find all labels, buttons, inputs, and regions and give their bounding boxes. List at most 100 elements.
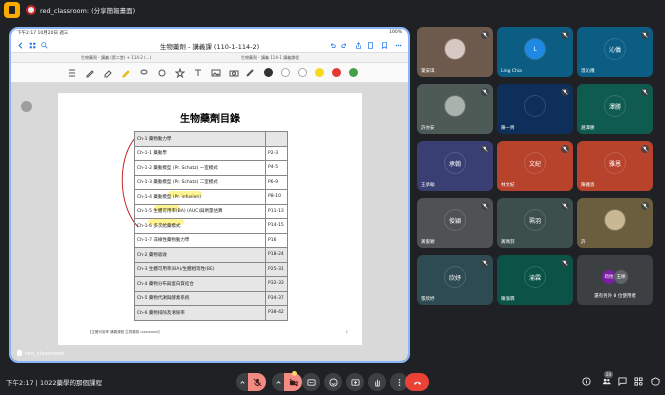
participant-tile[interactable]: 欣妤 張欣妤	[417, 255, 493, 305]
people-icon[interactable]	[602, 377, 611, 386]
mic-off-icon	[561, 88, 569, 96]
color-white2-icon[interactable]	[298, 68, 307, 77]
participant-avatar: 澤勝	[605, 96, 625, 116]
toc-page	[265, 131, 288, 147]
participant-tile[interactable]: 葉安琪	[417, 27, 493, 77]
participant-name: 王承翰	[421, 183, 435, 188]
image-icon[interactable]	[211, 68, 221, 78]
participant-tile[interactable]: 承翰王承翰	[417, 141, 493, 191]
leave-call-button[interactable]	[405, 373, 429, 391]
bookmark-icon[interactable]	[381, 42, 388, 49]
participant-avatar: 沁儀	[605, 39, 625, 59]
mic-off-icon	[561, 259, 569, 267]
more-icon[interactable]	[395, 42, 402, 49]
info-icon[interactable]	[582, 377, 591, 386]
color-black-icon[interactable]	[264, 68, 273, 77]
camera-warning-icon	[292, 371, 297, 376]
emoji-button[interactable]	[324, 373, 342, 391]
participant-tile[interactable]: 澤勝趙澤勝	[577, 84, 653, 134]
participant-name: 葉安琪	[421, 69, 435, 74]
others-label: 還有另外 8 位使用者	[594, 294, 636, 299]
camera-icon[interactable]	[229, 68, 239, 78]
present-button[interactable]	[346, 373, 364, 391]
captions-button[interactable]	[302, 373, 320, 391]
participant-tile[interactable]: 許	[577, 198, 653, 248]
text-tool-icon[interactable]	[193, 68, 203, 78]
toc-row: Ch-1-5 生體可用率(BA) (AUC)與劑量估算 P11-13	[134, 203, 288, 219]
participant-name: 趙澤勝	[581, 126, 595, 131]
pen-icon[interactable]	[85, 68, 95, 78]
participant-tile[interactable]: 陳一齊	[497, 84, 573, 134]
toc-entry: Ch-1-2 藥動模型 (Pr. Schatz) 一室模式	[134, 160, 266, 176]
redo-icon[interactable]	[341, 42, 348, 49]
toc-entry: Ch-5 藥物代謝與酵素系統	[134, 290, 266, 306]
add-page-icon[interactable]	[367, 42, 374, 49]
mic-options-button[interactable]	[236, 373, 248, 391]
participant-avatar: 承翰	[445, 153, 465, 173]
camera-options-button[interactable]	[272, 373, 284, 391]
toc-row: Ch-1-7 非線性藥物動力學 P16	[134, 232, 288, 248]
presentation-frame[interactable]: 下午2:17 10月20日 週三 100% 生物藥劑 - 講義課 (110-1-…	[9, 27, 410, 363]
chat-icon[interactable]	[618, 377, 627, 386]
mic-toggle-button[interactable]	[248, 373, 266, 391]
present-icon	[350, 378, 360, 386]
toc-page: P6-9	[265, 174, 288, 190]
participant-tile[interactable]: 許亦安	[417, 84, 493, 134]
color-green-icon[interactable]	[349, 68, 358, 77]
mic-off-icon	[561, 31, 569, 39]
participant-tile[interactable]: 沁儀溫沁儀	[577, 27, 653, 77]
participant-tile[interactable]: 俊穎 黃俊穎	[417, 198, 493, 248]
color-white-icon[interactable]	[281, 68, 290, 77]
others-tile[interactable]: 筠怡 玉婷 還有另外 8 位使用者	[577, 255, 653, 305]
mic-off-icon	[481, 145, 489, 153]
toc-row: Ch-4 藥物分布與蛋白質結合 P32-33	[134, 276, 288, 292]
page-number: 1	[345, 330, 348, 334]
captions-icon	[306, 378, 316, 386]
end-call-icon	[413, 381, 421, 385]
participant-avatar: 雅恩	[605, 153, 625, 173]
toc-row: Ch-2 藥物吸收 P18-24	[134, 247, 288, 263]
star-icon[interactable]	[175, 68, 185, 78]
participant-avatar: L	[525, 39, 545, 59]
mic-off-icon	[641, 145, 649, 153]
toc-page: P32-33	[265, 276, 288, 292]
toc-page: P11-13	[265, 203, 288, 219]
document-canvas[interactable]: 生物藥劑目錄 Ch-1 藥物動力學 Ch-1-1 藥動學 P2-3 Ch-1-2 藥動…	[11, 83, 408, 361]
participant-tile[interactable]: 雅恩 陳雅恩	[577, 141, 653, 191]
tab-lecture-part1[interactable]: 生物藥劑 - 講義 114-1 講義課程	[241, 55, 299, 61]
shape-icon[interactable]	[157, 68, 167, 78]
color-yellow-icon[interactable]	[315, 68, 324, 77]
activities-icon[interactable]	[634, 377, 643, 386]
eraser-icon[interactable]	[103, 68, 113, 78]
participant-tile[interactable]: L Ling Chia	[497, 27, 573, 77]
ruler-icon[interactable]	[245, 68, 255, 78]
hand-icon	[374, 379, 380, 387]
mic-off-icon	[481, 259, 489, 267]
tab-lecture-part2[interactable]: 生物藥劑 - 講義 (第二堂) + 114-2 (...)	[81, 55, 151, 61]
share-icon[interactable]	[355, 42, 362, 49]
toc-row: Ch-1-2 藥動模型 (Pr. Schatz) 一室模式 P4-5	[134, 160, 288, 176]
toc-page: P8-10	[265, 189, 288, 205]
toc-page: P38-42	[265, 305, 288, 321]
meeting-info: 下午2:17 | 1022藥學的那個課程	[6, 379, 102, 387]
page-thumb-icon[interactable]	[21, 101, 32, 112]
toc-entry: Ch-1-6 多次給藥模式	[134, 218, 266, 234]
host-controls-icon[interactable]	[651, 377, 660, 386]
participant-name: 黃珮羽	[501, 240, 515, 245]
camera-off-icon	[289, 378, 298, 386]
toc-entry: Ch-1 藥物動力學	[134, 131, 266, 147]
meeting-name: 1022藥學的那個課程	[39, 379, 102, 387]
participant-tile[interactable]: 渝霖 陳渝霖	[497, 255, 573, 305]
participant-name: 溫沁儀	[581, 69, 595, 74]
highlighter-icon[interactable]	[121, 68, 131, 78]
participant-tile[interactable]: 珮羽 黃珮羽	[497, 198, 573, 248]
lasso-icon[interactable]	[139, 68, 149, 78]
top-bar: red_classroom: (分享簡報畫面)	[0, 0, 665, 22]
undo-icon[interactable]	[329, 42, 336, 49]
mic-off-icon	[641, 202, 649, 210]
participant-tile[interactable]: 文紀 林文紀	[497, 141, 573, 191]
mic-off-icon	[481, 31, 489, 39]
select-tool-icon[interactable]	[67, 68, 77, 78]
raise-hand-button[interactable]	[368, 373, 386, 391]
color-red-icon[interactable]	[332, 68, 341, 77]
